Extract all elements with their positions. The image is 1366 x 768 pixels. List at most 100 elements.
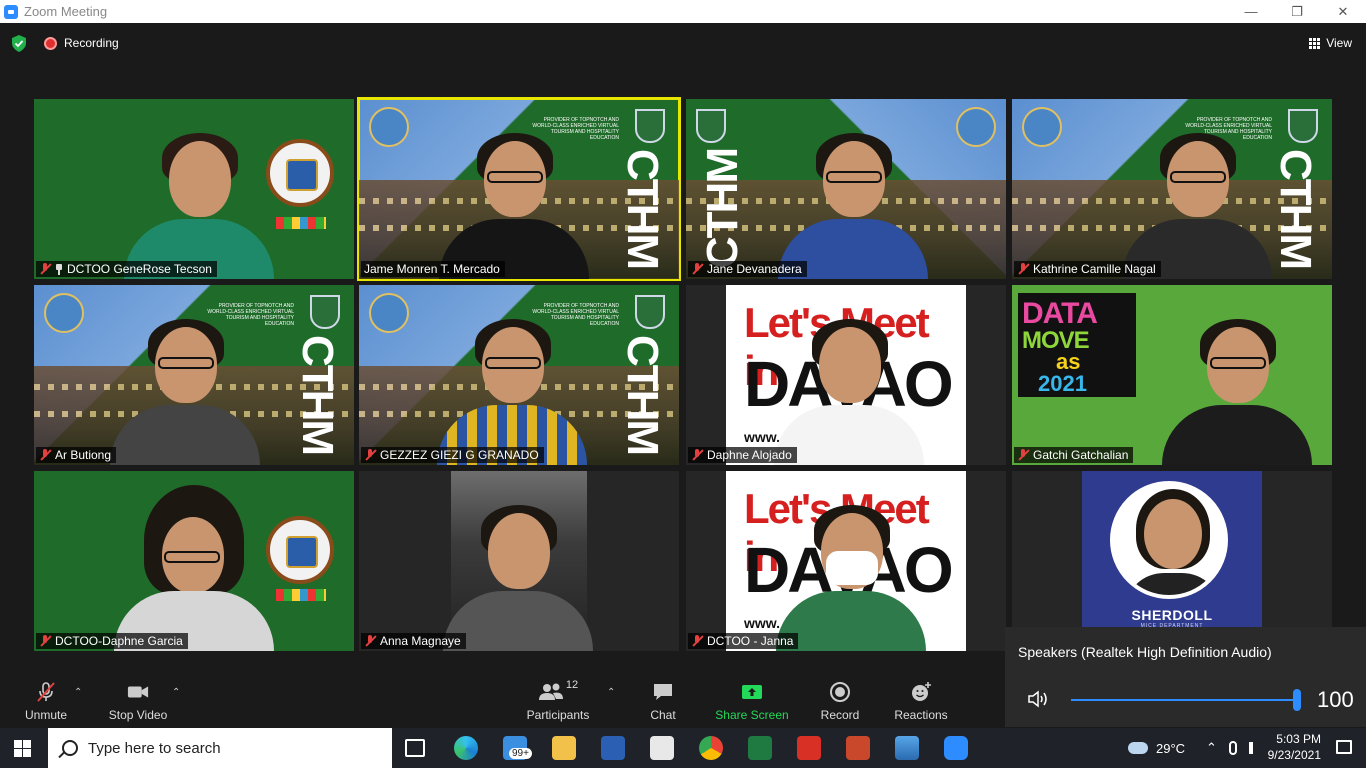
powerpoint-icon[interactable] (846, 736, 870, 760)
video-tile[interactable]: DCTOO GeneRose Tecson (34, 99, 354, 279)
participant-video (439, 129, 589, 279)
microphone-muted-icon (37, 682, 55, 702)
weather-widget[interactable]: 29°C (1128, 728, 1185, 768)
share-screen-icon (742, 685, 762, 699)
microphone-tray-icon[interactable] (1228, 741, 1237, 755)
windows-start-icon[interactable] (14, 740, 31, 757)
video-tile[interactable]: Let's Meet in DAVAO www. .com Daphne Alo… (686, 285, 1006, 465)
security-shield-icon[interactable] (11, 35, 27, 52)
pin-icon (55, 263, 63, 275)
mic-muted-icon (39, 263, 51, 275)
stop-video-button[interactable]: Stop Video (106, 673, 170, 728)
cthm-crest-icon (310, 295, 340, 329)
audio-options-caret-icon[interactable]: ⌃ (74, 687, 82, 698)
taskbar-clock[interactable]: 5:03 PM 9/23/2021 (1268, 731, 1321, 763)
speaker-volume-icon[interactable] (1027, 689, 1051, 709)
volume-value: 100 (1317, 687, 1354, 712)
video-tile[interactable]: DCTOO-Daphne Garcia (34, 471, 354, 651)
video-tile[interactable]: PROVIDER OF TOPNOTCH AND WORLD-CLASS ENR… (34, 285, 354, 465)
video-options-caret-icon[interactable]: ⌃ (172, 687, 180, 698)
participant-name-tag: DCTOO-Daphne Garcia (36, 633, 188, 649)
gallery-view: DCTOO GeneRose Tecson PROVIDER OF TOPNOT… (0, 63, 1366, 673)
mic-muted-icon (691, 449, 703, 461)
excel-icon[interactable] (748, 736, 772, 760)
reactions-button[interactable]: Reactions (892, 673, 950, 728)
recording-label: Recording (64, 36, 119, 50)
recording-indicator[interactable]: Recording (44, 36, 119, 50)
mic-muted-icon (691, 635, 703, 647)
participant-name-tag: Jane Devanadera (688, 261, 807, 277)
university-seal-icon (1022, 107, 1062, 147)
view-button[interactable]: View (1309, 36, 1352, 50)
close-button[interactable]: ✕ (1320, 0, 1366, 23)
university-seal-icon (369, 107, 409, 147)
mic-muted-icon (1017, 263, 1029, 275)
record-button[interactable]: Record (820, 673, 860, 728)
university-seal-icon (369, 293, 409, 333)
participant-video (437, 315, 587, 465)
chrome-icon[interactable] (699, 736, 723, 760)
volume-slider-handle[interactable] (1293, 689, 1301, 711)
participants-button[interactable]: 12 Participants (524, 673, 592, 728)
video-tile[interactable]: PROVIDER OF TOPNOTCH AND WORLD-CLASS ENR… (1012, 99, 1332, 279)
video-tile[interactable]: PROVIDER OF TOPNOTCH AND WORLD-CLASS ENR… (359, 285, 679, 465)
video-tile-active-speaker[interactable]: PROVIDER OF TOPNOTCH AND WORLD-CLASS ENR… (357, 97, 681, 281)
participant-video (778, 129, 928, 279)
mail-icon[interactable]: 99+ (503, 736, 532, 760)
participant-video (776, 501, 926, 651)
participant-name-tag: DCTOO GeneRose Tecson (36, 261, 217, 277)
video-tile[interactable]: DATA MOVE as 2021 Gatchi Gatchalian (1012, 285, 1332, 465)
acrobat-reader-icon[interactable] (797, 736, 821, 760)
video-tile[interactable]: Anna Magnaye (359, 471, 679, 651)
participants-options-caret-icon[interactable]: ⌃ (607, 687, 615, 698)
edge-browser-icon[interactable] (454, 736, 478, 760)
microsoft-store-icon[interactable] (650, 736, 674, 760)
chat-button[interactable]: Chat (646, 673, 680, 728)
mail-badge: 99+ (509, 748, 532, 759)
video-tile[interactable]: CTHM Jane Devanadera (686, 99, 1006, 279)
cthm-crest-icon (635, 109, 665, 143)
participant-video (114, 481, 274, 651)
participants-icon (538, 683, 563, 700)
taskbar-search-box[interactable]: Type here to search (48, 728, 392, 768)
video-tile[interactable]: SHERDOLL MICE DEPARTMENT (1012, 471, 1332, 651)
university-seal-icon (956, 107, 996, 147)
chat-bubble-icon (654, 684, 672, 700)
grid-view-icon (1309, 37, 1321, 49)
participant-profile-picture: SHERDOLL MICE DEPARTMENT (1082, 471, 1262, 651)
show-hidden-icons-caret-icon[interactable]: ⌃ (1206, 740, 1217, 756)
task-view-icon[interactable] (405, 739, 425, 757)
university-seal-icon (44, 293, 84, 333)
participant-video (1162, 315, 1312, 465)
zoom-taskbar-icon[interactable] (944, 736, 968, 760)
participant-video (110, 315, 260, 465)
view-label: View (1326, 36, 1352, 50)
meeting-controls-toolbar: Unmute ⌃ Stop Video ⌃ 12 Participants ⌃ … (0, 673, 1005, 728)
share-screen-button[interactable]: Share Screen (714, 673, 790, 728)
unmute-button[interactable]: Unmute (22, 673, 70, 728)
video-camera-icon (127, 686, 149, 698)
participant-video (443, 471, 593, 651)
word-icon[interactable] (601, 736, 625, 760)
mic-muted-icon (364, 449, 376, 461)
cthm-crest-icon (696, 109, 726, 143)
speaker-tray-icon[interactable] (1248, 742, 1263, 754)
davao-city-seal-icon (266, 516, 334, 584)
participant-name-tag: Daphne Alojado (688, 447, 797, 463)
mic-muted-icon (691, 263, 703, 275)
file-explorer-icon[interactable] (552, 736, 576, 760)
mic-muted-icon (39, 635, 51, 647)
participant-name-tag: Jame Monren T. Mercado (361, 261, 505, 277)
photos-icon[interactable] (895, 736, 919, 760)
volume-slider-track[interactable] (1071, 699, 1297, 701)
video-tile[interactable]: Let's Meet in DAVAO www. .com DCTOO - Ja… (686, 471, 1006, 651)
participant-name-tag: Anna Magnaye (361, 633, 466, 649)
maximize-button[interactable]: ❐ (1274, 0, 1320, 23)
notifications-icon[interactable] (1336, 740, 1352, 754)
minimize-button[interactable]: — (1228, 0, 1274, 23)
search-placeholder: Type here to search (88, 739, 221, 757)
search-icon (62, 740, 78, 756)
clock-date: 9/23/2021 (1267, 748, 1321, 762)
smiley-reaction-icon (912, 682, 931, 701)
clock-time: 5:03 PM (1276, 732, 1321, 746)
